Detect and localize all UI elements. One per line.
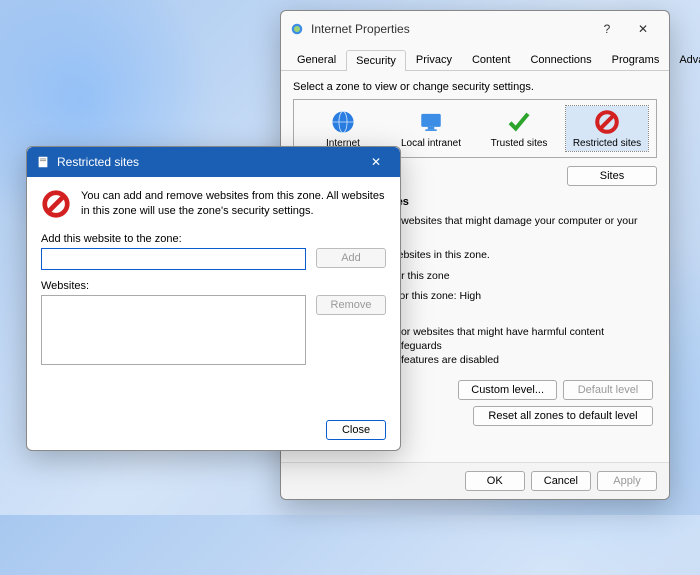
tab-security[interactable]: Security	[346, 50, 406, 71]
prohibit-large-icon	[41, 189, 71, 219]
modal-body: You can add and remove websites from thi…	[27, 177, 400, 387]
restricted-sites-dialog: Restricted sites ✕ You can add and remov…	[26, 146, 401, 451]
modal-close-button[interactable]: Close	[326, 420, 386, 440]
modal-close-x[interactable]: ✕	[360, 152, 392, 172]
tab-connections[interactable]: Connections	[520, 49, 601, 70]
modal-footer: Close	[27, 410, 400, 450]
cancel-button[interactable]: Cancel	[531, 471, 591, 491]
add-website-input[interactable]	[41, 248, 306, 270]
tab-programs[interactable]: Programs	[602, 49, 670, 70]
zone-local-intranet[interactable]: Local intranet	[390, 106, 472, 151]
tab-strip: General Security Privacy Content Connect…	[281, 49, 669, 71]
main-titlebar: Internet Properties ? ✕	[281, 11, 669, 47]
add-website-label: Add this website to the zone:	[41, 233, 386, 245]
monitor-icon	[417, 108, 445, 136]
prohibit-icon	[593, 108, 621, 136]
zone-internet[interactable]: Internet	[302, 106, 384, 151]
default-level-button[interactable]: Default level	[563, 380, 653, 400]
apply-button[interactable]: Apply	[597, 471, 657, 491]
check-icon	[505, 108, 533, 136]
websites-listbox[interactable]	[41, 295, 306, 365]
tab-general[interactable]: General	[287, 49, 346, 70]
remove-button[interactable]: Remove	[316, 295, 386, 315]
globe-icon	[329, 108, 357, 136]
custom-level-button[interactable]: Custom level...	[458, 380, 557, 400]
modal-title: Restricted sites	[57, 155, 139, 169]
ok-button[interactable]: OK	[465, 471, 525, 491]
reset-all-button[interactable]: Reset all zones to default level	[473, 406, 653, 426]
zone-restricted-sites[interactable]: Restricted sites	[566, 106, 648, 151]
help-button[interactable]: ?	[589, 17, 625, 41]
close-window-button[interactable]: ✕	[625, 17, 661, 41]
zone-instruction: Select a zone to view or change security…	[293, 81, 657, 93]
modal-intro-text: You can add and remove websites from thi…	[81, 189, 386, 219]
dialog-icon	[35, 154, 51, 170]
zone-label-restricted: Restricted sites	[568, 138, 646, 149]
zone-trusted-sites[interactable]: Trusted sites	[478, 106, 560, 151]
sites-button[interactable]: Sites	[567, 166, 657, 186]
tab-privacy[interactable]: Privacy	[406, 49, 462, 70]
tab-content[interactable]: Content	[462, 49, 521, 70]
zone-label-intranet: Local intranet	[392, 138, 470, 149]
websites-label: Websites:	[41, 280, 386, 292]
modal-titlebar: Restricted sites ✕	[27, 147, 400, 177]
main-footer: OK Cancel Apply	[281, 462, 669, 499]
zone-label-trusted: Trusted sites	[480, 138, 558, 149]
main-title: Internet Properties	[311, 22, 410, 36]
add-button[interactable]: Add	[316, 248, 386, 268]
tab-advanced[interactable]: Advanced	[669, 49, 700, 70]
app-icon	[289, 21, 305, 37]
